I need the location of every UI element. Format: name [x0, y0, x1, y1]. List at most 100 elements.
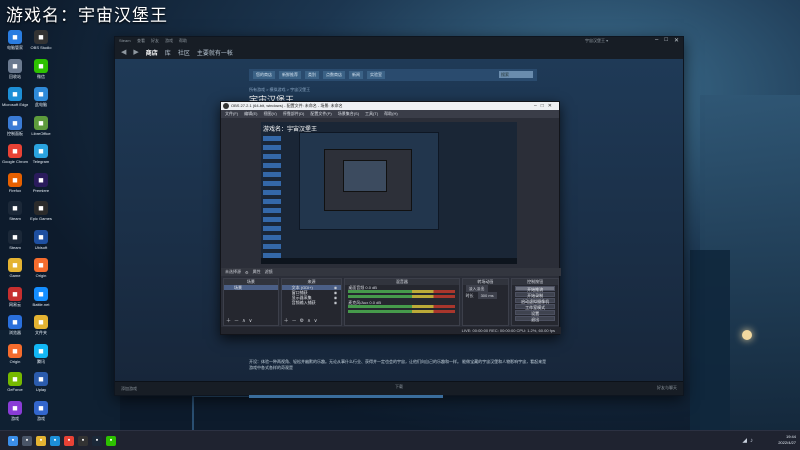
desktop-icon[interactable]: ■ Game — [2, 258, 28, 278]
window-controls[interactable]: –□✕ — [534, 102, 556, 110]
nav-username[interactable]: 主要就有一帐 — [197, 48, 233, 57]
store-search-input[interactable]: 搜索 — [499, 71, 533, 78]
desktop-icon[interactable]: ■ 微信 — [28, 58, 54, 79]
transition-duration[interactable]: 时长 300 ms — [463, 292, 509, 299]
edge-icon[interactable]: ▪ — [50, 436, 60, 446]
obs-menu-item[interactable]: 配置文件(P) — [310, 111, 331, 117]
settings-button[interactable]: 设置 — [515, 310, 555, 316]
taskbar-clock[interactable]: 19:44 2022/4/27 — [778, 434, 796, 446]
desktop-icon[interactable]: ■ 回收站 — [2, 58, 28, 79]
exit-button[interactable]: 退出 — [515, 316, 555, 322]
filters-button[interactable]: 滤镜 — [265, 269, 273, 275]
maximize-icon[interactable]: □ — [664, 37, 668, 44]
source-item[interactable]: 音频输入捕获 ◉ — [282, 300, 342, 305]
wallpaper-crane — [192, 395, 252, 430]
downloads-button[interactable]: 下载 — [395, 384, 403, 389]
nav-store[interactable]: 商店 — [146, 48, 158, 57]
virtual-camera-button[interactable]: 启动虚拟摄像机 — [515, 298, 555, 304]
steam-icon[interactable]: ▪ — [92, 436, 102, 446]
wechat-icon[interactable]: ▪ — [106, 436, 116, 446]
desktop-icon[interactable]: ■ OBS Studio — [28, 30, 54, 50]
nav-library[interactable]: 库 — [165, 48, 171, 57]
steam-menu-item[interactable]: 游戏 — [165, 38, 173, 44]
store-tab[interactable]: 您的商店 — [253, 71, 275, 79]
desktop-icon[interactable]: ■ Premiere — [28, 172, 54, 193]
nav-community[interactable]: 社区 — [178, 48, 190, 57]
desktop-icon[interactable]: ■ 控制面板 — [2, 115, 28, 136]
desktop-icon[interactable]: ■ 文件夹 — [28, 315, 54, 335]
desktop-icon[interactable]: ■ Uplay — [28, 372, 54, 392]
scene-controls[interactable]: ＋－∧∨ — [226, 317, 255, 324]
friends-chat-button[interactable]: 好友与聊天 — [657, 385, 677, 390]
desktop-icon[interactable]: ■ Battle.net — [28, 286, 54, 307]
desktop-icon[interactable]: ■ 此电脑 — [28, 87, 54, 107]
desktop-icon[interactable]: ■ 游戏 — [28, 400, 54, 421]
media-progress-bar[interactable] — [249, 395, 443, 398]
back-arrow-icon[interactable]: ◀ — [121, 48, 126, 56]
store-tab[interactable]: 类别 — [305, 71, 319, 79]
obs-menu-item[interactable]: 帮助(H) — [384, 111, 398, 117]
desktop-icon[interactable]: ■ Steam — [2, 201, 28, 221]
forward-arrow-icon[interactable]: ▶ — [133, 48, 138, 56]
obs-menu-item[interactable]: 编辑(E) — [244, 111, 257, 117]
desktop-icon[interactable]: ■ Epic Games — [28, 201, 54, 221]
desktop-icon[interactable]: ■ 电脑管家 — [2, 30, 28, 50]
windows-start-icon[interactable]: ▪ — [8, 436, 18, 446]
system-tray-icons[interactable]: ◢♪ — [742, 437, 756, 444]
eye-icon[interactable]: ◉ — [334, 300, 338, 305]
desktop-icon-label: Battle.net — [32, 301, 50, 307]
obs-menu-item[interactable]: 停靠部件(D) — [283, 111, 305, 117]
minimize-icon[interactable]: – — [655, 37, 658, 44]
steam-menu-item[interactable]: Steam — [119, 38, 131, 43]
desktop-icon[interactable]: ■ LibreOffice — [28, 115, 54, 136]
desktop-icon[interactable]: ■ Origin — [28, 258, 54, 278]
steam-menu-item[interactable]: 好友 — [151, 38, 159, 44]
steam-menu-item[interactable]: 帮助 — [179, 38, 187, 44]
studio-mode-button[interactable]: 工作室模式 — [515, 304, 555, 310]
gear-icon[interactable]: ⚙ — [245, 270, 249, 275]
desktop-icon[interactable]: ■ Google Chrome — [2, 144, 28, 164]
desktop-icon[interactable]: ■ GeForce — [2, 372, 28, 392]
obs-menu-item[interactable]: 视图(V) — [263, 111, 276, 117]
file-explorer-icon[interactable]: ▪ — [36, 436, 46, 446]
volume-meter[interactable] — [348, 310, 455, 313]
steam-user-menu[interactable]: 宇宙汉堡王 ▾ — [585, 38, 608, 44]
desktop-icon[interactable]: ■ Steam — [2, 229, 28, 250]
start-recording-button[interactable]: 开始录制 — [515, 292, 555, 298]
scene-item[interactable]: 场景 — [224, 285, 278, 290]
desktop-icon[interactable]: ■ Ubisoft — [28, 229, 54, 250]
add-game-button[interactable]: 添加游戏 — [121, 386, 137, 392]
search-icon[interactable]: ▪ — [22, 436, 32, 446]
desktop-icon[interactable]: ■ 网易云 — [2, 286, 28, 307]
chrome-icon[interactable]: ▪ — [64, 436, 74, 446]
store-tab[interactable]: 新闻 — [349, 71, 363, 79]
volume-meter[interactable] — [348, 295, 455, 298]
source-controls[interactable]: ＋－⚙∧∨ — [284, 317, 321, 324]
desktop-icon[interactable]: ■ Telegram — [28, 144, 54, 164]
volume-icon[interactable]: ♪ — [750, 438, 756, 444]
desktop-icon[interactable]: ■ Origin — [2, 343, 28, 364]
obs-menu-item[interactable]: 工具(T) — [365, 111, 378, 117]
close-icon[interactable]: ✕ — [674, 37, 679, 44]
obs-menu-item[interactable]: 文件(F) — [225, 111, 238, 117]
network-icon[interactable]: ◢ — [742, 438, 750, 444]
desktop-icon[interactable]: ■ Microsoft Edge — [2, 87, 28, 107]
obs-icon[interactable]: ▪ — [78, 436, 88, 446]
store-tab[interactable]: 点数商店 — [323, 71, 345, 79]
desktop-icon[interactable]: ■ 浏览器 — [2, 315, 28, 335]
desktop-icon-label: Telegram — [32, 159, 50, 164]
desktop-icon[interactable]: ■ 游戏 — [2, 400, 28, 421]
obs-menu-item[interactable]: 场景集合(S) — [338, 111, 359, 117]
store-tab[interactable]: 新鲜推荐 — [279, 71, 301, 79]
steam-menu-item[interactable]: 查看 — [137, 38, 145, 44]
volume-meter[interactable] — [348, 305, 455, 308]
properties-button[interactable]: 属性 — [253, 269, 261, 275]
desktop-icon[interactable]: ■ 腾讯 — [28, 343, 54, 364]
desktop-icon[interactable]: ■ Firefox — [2, 172, 28, 193]
obs-window[interactable]: OBS 27.2.1 (64-bit, windows) - 配置文件: 未命名… — [220, 101, 561, 335]
volume-meter[interactable] — [348, 290, 455, 293]
transition-type-select[interactable]: 淡入淡出 — [463, 285, 509, 292]
obs-preview-canvas[interactable]: 游戏名：宇宙汉堡王 — [261, 122, 517, 264]
start-streaming-button[interactable]: 开始推流 — [515, 286, 555, 292]
store-tab[interactable]: 实验室 — [367, 71, 385, 79]
